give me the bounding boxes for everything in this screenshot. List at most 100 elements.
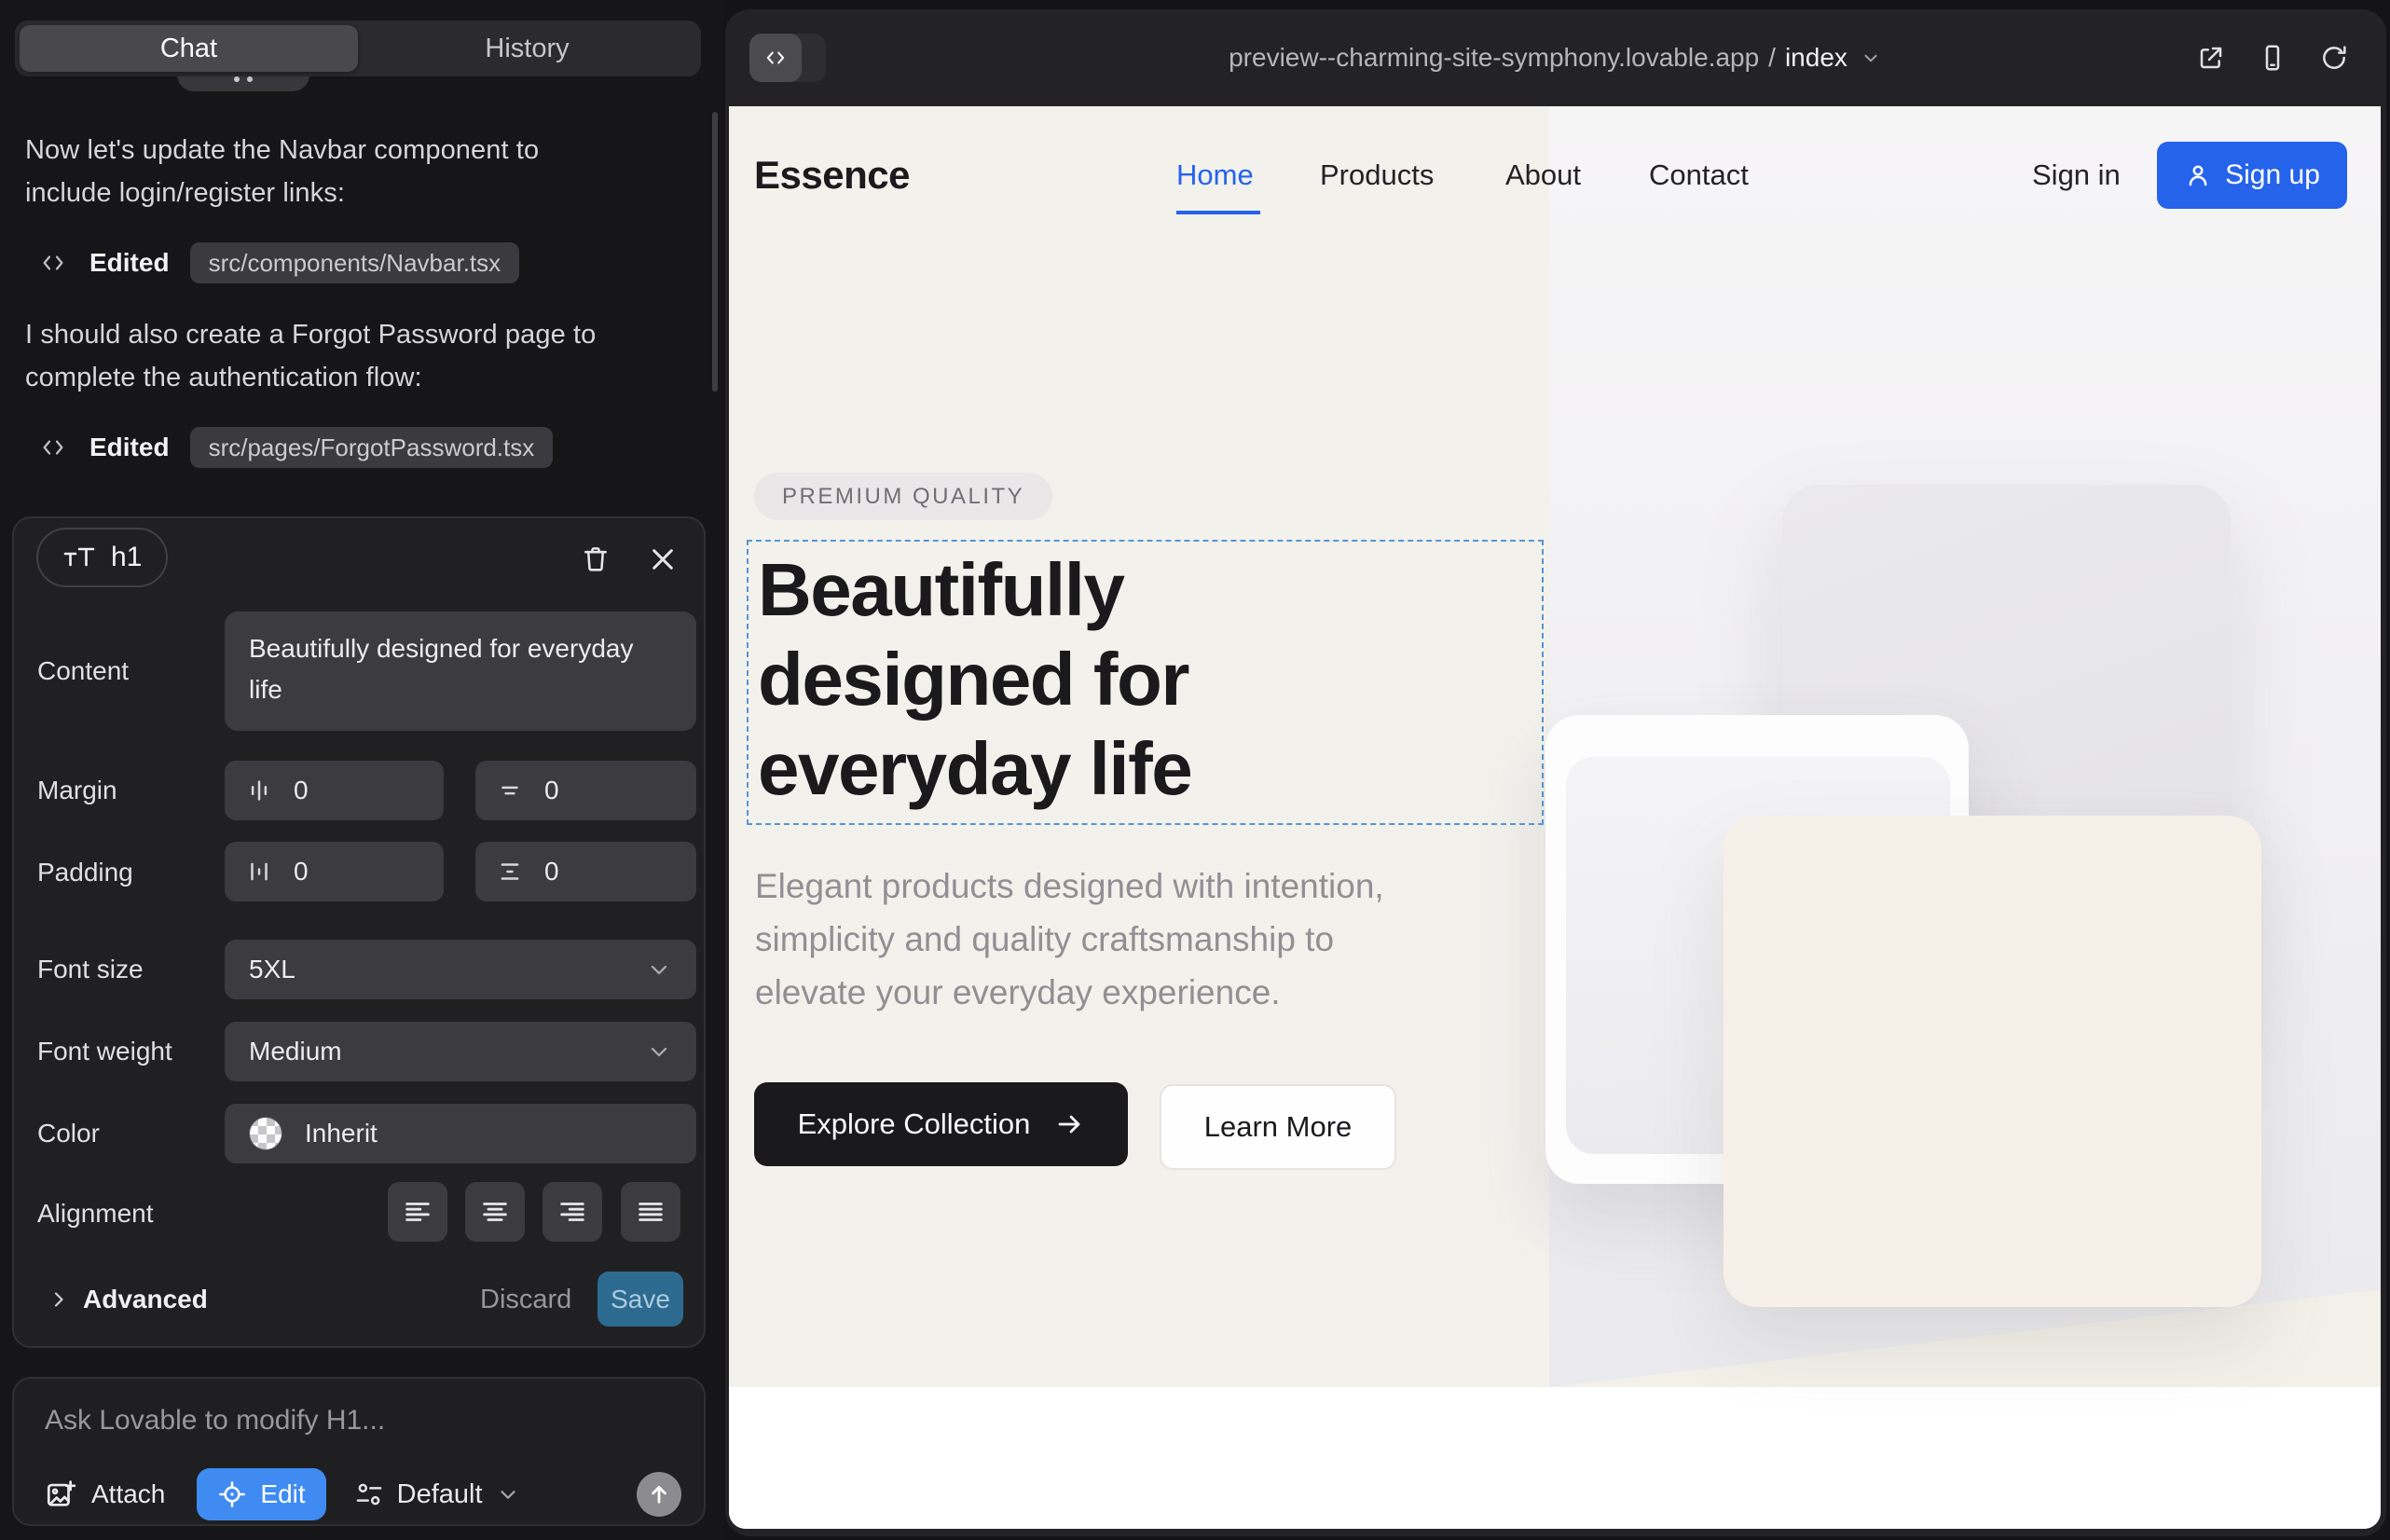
edited-file-row: Edited src/components/Navbar.tsx xyxy=(37,242,519,283)
editor-footer: Advanced Discard Save xyxy=(14,1272,704,1327)
composer-input[interactable]: Ask Lovable to modify H1... xyxy=(45,1405,385,1437)
advanced-toggle[interactable]: Advanced xyxy=(48,1272,208,1327)
open-external-icon[interactable] xyxy=(2196,43,2226,73)
close-icon[interactable] xyxy=(642,539,683,580)
explore-collection-button[interactable]: Explore Collection xyxy=(754,1082,1128,1166)
assistant-message: I should also create a Forgot Password p… xyxy=(25,313,608,399)
discard-button[interactable]: Discard xyxy=(480,1272,571,1327)
margin-y-value: 0 xyxy=(544,776,559,805)
edited-file-row: Edited src/pages/ForgotPassword.tsx xyxy=(37,427,553,468)
heading-line: designed for xyxy=(758,635,1191,724)
font-weight-select[interactable]: Medium xyxy=(225,1022,696,1081)
explore-collection-label: Explore Collection xyxy=(798,1107,1031,1141)
url-bar[interactable]: preview--charming-site-symphony.lovable.… xyxy=(725,9,2386,106)
chevron-down-icon xyxy=(1859,46,1883,70)
edit-mode-button[interactable]: Edit xyxy=(197,1468,325,1520)
color-select[interactable]: Inherit xyxy=(225,1104,696,1163)
image-plus-icon xyxy=(45,1478,76,1510)
color-label: Color xyxy=(37,1119,100,1148)
refresh-icon[interactable] xyxy=(2319,43,2349,73)
font-size-value: 5XL xyxy=(249,955,295,984)
sliders-icon xyxy=(354,1479,384,1509)
site-preview: Essence Home Products About Contact Sign… xyxy=(729,106,2381,1529)
send-button[interactable] xyxy=(637,1472,681,1517)
sign-in-link[interactable]: Sign in xyxy=(2032,158,2121,192)
assistant-message: Now let's update the Navbar component to… xyxy=(25,129,608,214)
arrow-right-icon xyxy=(1054,1109,1084,1139)
dot-icon xyxy=(234,76,240,82)
heading-line: everyday life xyxy=(758,724,1191,814)
mobile-preview-icon[interactable] xyxy=(2258,43,2287,73)
content-textarea[interactable]: Beautifully designed for everyday life xyxy=(225,612,696,731)
chat-composer: Ask Lovable to modify H1... Attach Edit … xyxy=(12,1377,706,1526)
chevron-right-icon xyxy=(48,1288,70,1311)
delete-element-button[interactable] xyxy=(575,539,616,580)
margin-horizontal-icon xyxy=(245,777,273,804)
selected-h1-element[interactable]: Beautifully designed for everyday life xyxy=(747,540,1544,825)
color-value: Inherit xyxy=(305,1119,378,1148)
padding-y-input[interactable]: 0 xyxy=(475,842,696,901)
margin-y-input[interactable]: 0 xyxy=(475,761,696,820)
nav-link-contact[interactable]: Contact xyxy=(1649,158,1749,192)
align-left-button[interactable] xyxy=(388,1182,447,1242)
margin-x-input[interactable]: 0 xyxy=(225,761,444,820)
align-right-icon xyxy=(556,1196,588,1228)
align-center-icon xyxy=(479,1196,511,1228)
hero-paragraph: Elegant products designed with intention… xyxy=(755,859,1384,1019)
advanced-label: Advanced xyxy=(83,1285,208,1314)
content-label: Content xyxy=(37,656,129,686)
browser-window: preview--charming-site-symphony.lovable.… xyxy=(725,9,2386,1536)
transparency-swatch-icon xyxy=(249,1117,282,1150)
padding-y-value: 0 xyxy=(544,857,559,887)
chat-scrollbar[interactable] xyxy=(712,112,718,392)
font-size-label: Font size xyxy=(37,955,144,984)
padding-x-input[interactable]: 0 xyxy=(225,842,444,901)
arrow-up-icon xyxy=(646,1481,672,1507)
padding-vertical-icon xyxy=(496,858,524,886)
user-icon xyxy=(2184,161,2212,189)
align-right-button[interactable] xyxy=(543,1182,602,1242)
site-logo[interactable]: Essence xyxy=(754,153,910,198)
sign-up-button[interactable]: Sign up xyxy=(2157,142,2347,209)
margin-vertical-icon xyxy=(496,777,524,804)
browser-chrome: preview--charming-site-symphony.lovable.… xyxy=(725,9,2386,106)
nav-active-underline xyxy=(1176,211,1260,214)
attach-button[interactable]: Attach xyxy=(45,1478,165,1510)
model-default-dropdown[interactable]: Default xyxy=(354,1479,520,1510)
align-center-button[interactable] xyxy=(465,1182,525,1242)
dot-icon xyxy=(247,76,253,82)
margin-label: Margin xyxy=(37,776,117,805)
padding-label: Padding xyxy=(37,858,133,887)
element-tag-label: h1 xyxy=(111,542,142,573)
edited-label: Edited xyxy=(89,433,170,462)
alignment-label: Alignment xyxy=(37,1199,154,1229)
nav-link-about[interactable]: About xyxy=(1505,158,1581,192)
chat-history-tabbar: Chat History xyxy=(15,21,701,76)
heading-line: Beautifully xyxy=(758,545,1191,635)
learn-more-button[interactable]: Learn More xyxy=(1160,1084,1396,1170)
crosshair-icon xyxy=(217,1479,247,1509)
tab-chat[interactable]: Chat xyxy=(20,25,358,72)
file-chip[interactable]: src/pages/ForgotPassword.tsx xyxy=(190,427,554,468)
paragraph-line: Elegant products designed with intention… xyxy=(755,859,1384,913)
save-button[interactable]: Save xyxy=(598,1272,683,1327)
edited-label: Edited xyxy=(89,248,170,278)
lovable-workspace: Chat History Now let's update the Navbar… xyxy=(0,0,2390,1540)
padding-horizontal-icon xyxy=(245,858,273,886)
align-justify-button[interactable] xyxy=(621,1182,680,1242)
nav-link-home[interactable]: Home xyxy=(1176,158,1254,192)
file-chip[interactable]: src/components/Navbar.tsx xyxy=(190,242,520,283)
font-size-select[interactable]: 5XL xyxy=(225,940,696,999)
margin-x-value: 0 xyxy=(294,776,309,805)
chevron-down-icon xyxy=(646,956,672,983)
align-justify-icon xyxy=(635,1196,666,1228)
nav-link-products[interactable]: Products xyxy=(1320,158,1434,192)
chrome-actions xyxy=(2196,9,2349,106)
mode-label: Default xyxy=(397,1479,483,1510)
font-weight-label: Font weight xyxy=(37,1037,172,1066)
chevron-down-icon xyxy=(646,1038,672,1065)
align-left-icon xyxy=(402,1196,433,1228)
tab-history[interactable]: History xyxy=(358,25,696,72)
premium-badge: PREMIUM QUALITY xyxy=(754,473,1052,520)
edit-label: Edit xyxy=(260,1479,305,1509)
